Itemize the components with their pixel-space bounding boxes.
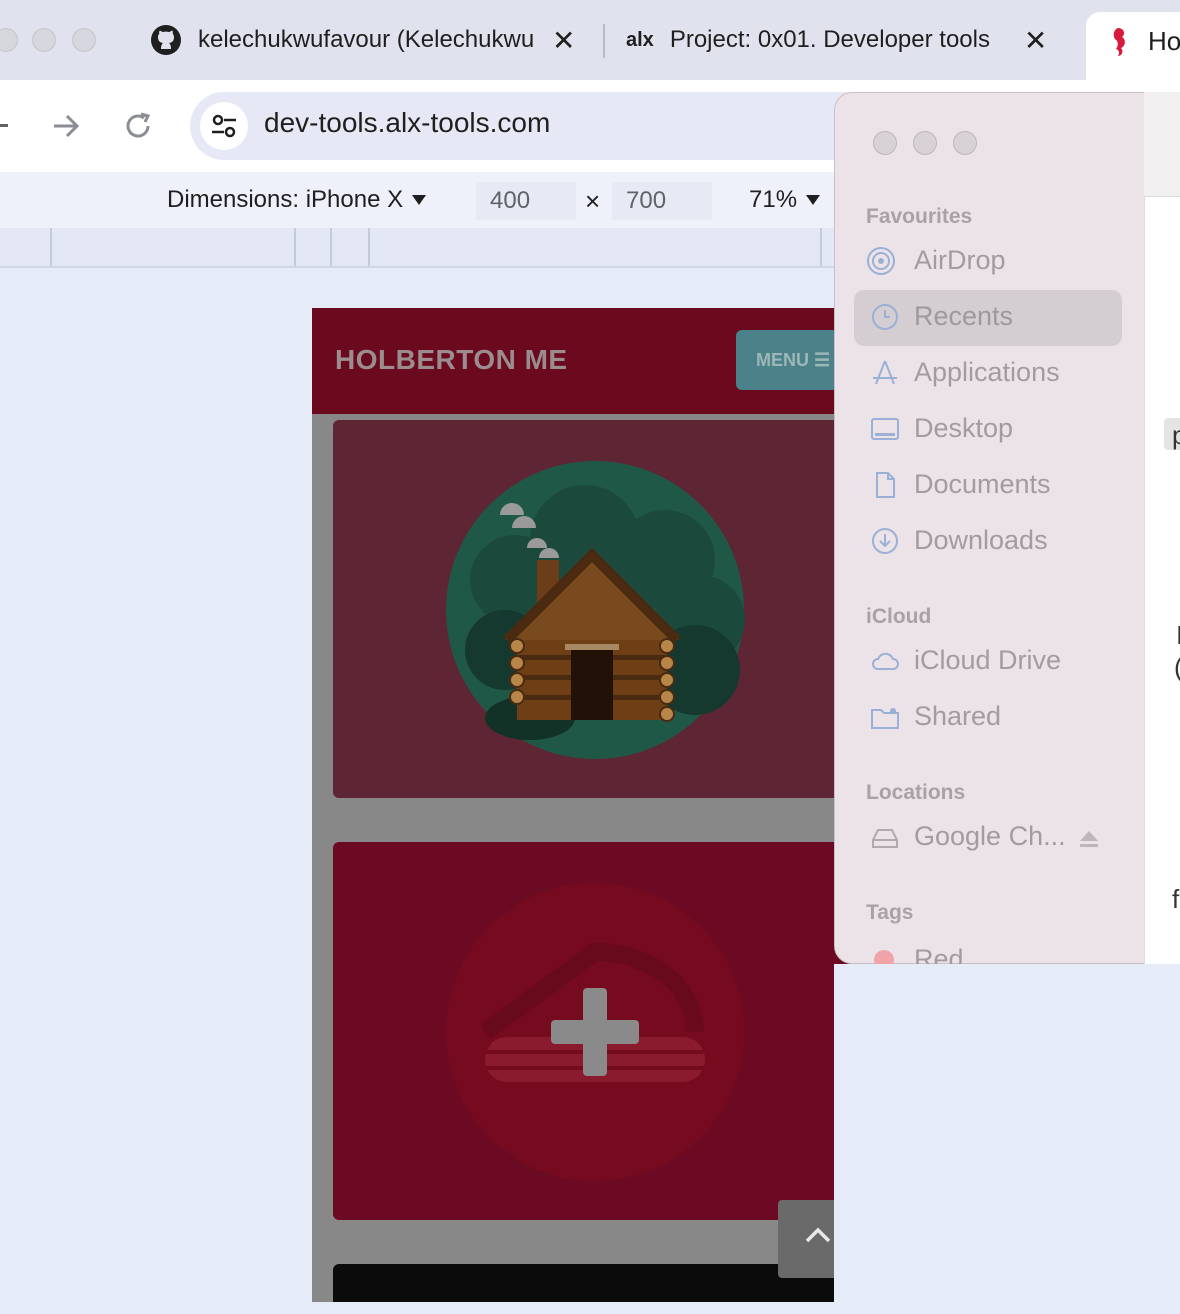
finder-bottom-cover <box>834 964 1180 1314</box>
media-query-marker[interactable] <box>368 228 370 266</box>
url-text[interactable]: dev-tools.alx-tools.com <box>264 107 550 139</box>
content-fragment: ( <box>1174 652 1180 683</box>
github-icon <box>151 25 181 55</box>
document-icon <box>876 471 895 498</box>
forward-arrow-icon[interactable] <box>50 110 82 142</box>
tab-title: Project: 0x01. Developer tools <box>669 26 990 53</box>
airdrop-icon <box>867 246 895 275</box>
tab-separator <box>603 24 605 58</box>
sidebar-item-label: Shared <box>914 701 1002 731</box>
width-value: 400 <box>490 187 531 214</box>
dropdown-triangle-icon <box>806 195 821 205</box>
content-fragment: f <box>1172 884 1180 914</box>
drive-icon <box>872 828 898 848</box>
alx-icon: alx <box>626 28 654 51</box>
tune-icon <box>212 114 236 138</box>
sidebar-item-label: Documents <box>914 469 1051 499</box>
reload-icon[interactable] <box>122 110 154 142</box>
site-info-button[interactable] <box>200 102 248 150</box>
sidebar-item-desktop[interactable]: Desktop <box>870 413 1013 444</box>
dimensions-dropdown[interactable]: Dimensions: iPhone X <box>167 186 427 214</box>
tab-close-button[interactable]: ✕ <box>1024 24 1047 57</box>
sidebar-item-label: AirDrop <box>914 245 1006 275</box>
sidebar-item-google-chrome[interactable]: Google Ch... <box>870 821 1066 852</box>
site-title[interactable]: HOLBERTON ME <box>335 344 568 376</box>
tab-active[interactable]: Ho <box>1086 12 1180 82</box>
finder-zoom-button[interactable] <box>953 131 977 155</box>
site-header: HOLBERTON ME MENU ☰ <box>312 308 880 414</box>
media-query-marker[interactable] <box>294 228 296 266</box>
desktop-icon <box>871 417 899 440</box>
height-input[interactable]: 700 <box>612 182 712 220</box>
add-cabin-illustration <box>446 883 744 1181</box>
sidebar-item-icloud-drive[interactable]: iCloud Drive <box>870 645 1061 676</box>
media-query-marker[interactable] <box>820 228 822 266</box>
tab-title: kelechukwufavour (Kelechukwu <box>198 26 534 53</box>
back-arrow-icon[interactable] <box>0 124 8 127</box>
locations-section-label: Locations <box>866 781 966 804</box>
favourites-section-label: Favourites <box>866 205 973 228</box>
finder-content-pane <box>1144 92 1180 964</box>
sidebar-item-documents[interactable]: Documents <box>870 469 1051 500</box>
sidebar-item-label: Applications <box>914 357 1060 387</box>
download-icon <box>872 527 898 554</box>
media-query-marker[interactable] <box>50 228 52 266</box>
sidebar-item-applications[interactable]: Applications <box>870 357 1060 388</box>
device-screen[interactable]: HOLBERTON ME MENU ☰ <box>312 308 880 1302</box>
cabin-card[interactable] <box>333 420 859 798</box>
tags-section-label: Tags <box>866 901 914 924</box>
add-card[interactable] <box>333 842 859 1220</box>
times-separator: × <box>585 186 601 216</box>
cloud-icon <box>872 652 899 670</box>
clock-icon <box>872 303 898 330</box>
width-input[interactable]: 400 <box>476 182 576 220</box>
content-fragment: p <box>1172 420 1180 450</box>
sidebar-item-shared[interactable]: Shared <box>870 701 1001 732</box>
sidebar-item-recents[interactable]: Recents <box>870 301 1013 332</box>
applications-icon <box>873 360 897 384</box>
height-value: 700 <box>626 187 667 214</box>
zoom-dropdown[interactable]: 71% <box>749 186 821 214</box>
chevron-up-icon <box>805 1227 831 1243</box>
dimensions-label: Dimensions: iPhone X <box>167 186 404 213</box>
sidebar-item-label: Downloads <box>914 525 1048 555</box>
media-query-marker[interactable] <box>330 228 332 266</box>
content-fragment: I <box>1176 620 1180 650</box>
tab-title: Ho <box>1148 26 1180 56</box>
finder-close-button[interactable] <box>873 131 897 155</box>
cabin-illustration <box>446 461 745 759</box>
sidebar-item-downloads[interactable]: Downloads <box>870 525 1048 556</box>
sidebar-item-label: Recents <box>914 301 1014 331</box>
tab-close-button[interactable]: ✕ <box>552 24 575 57</box>
zoom-value: 71% <box>749 186 798 213</box>
dropdown-triangle-icon <box>412 195 427 205</box>
window-minimize-button[interactable] <box>32 28 56 52</box>
sidebar-item-label: Google Ch... <box>914 821 1066 851</box>
sidebar-item-label: iCloud Drive <box>914 645 1062 675</box>
finder-minimize-button[interactable] <box>913 131 937 155</box>
eject-icon[interactable] <box>1078 828 1100 850</box>
icloud-section-label: iCloud <box>866 605 932 628</box>
sidebar-item-label: Desktop <box>914 413 1014 443</box>
seahorse-icon <box>1113 28 1125 56</box>
sidebar-item-airdrop[interactable]: AirDrop <box>866 245 1006 276</box>
shared-folder-icon <box>871 707 899 729</box>
tab-alx-project[interactable]: alx Project: 0x01. Developer tools ✕ <box>626 14 1066 66</box>
finder-content-toolbar <box>1144 92 1180 197</box>
window-zoom-button[interactable] <box>72 28 96 52</box>
tab-github[interactable]: kelechukwufavour (Kelechukwu ✕ <box>150 14 590 66</box>
menu-label: MENU ☰ <box>756 349 831 370</box>
